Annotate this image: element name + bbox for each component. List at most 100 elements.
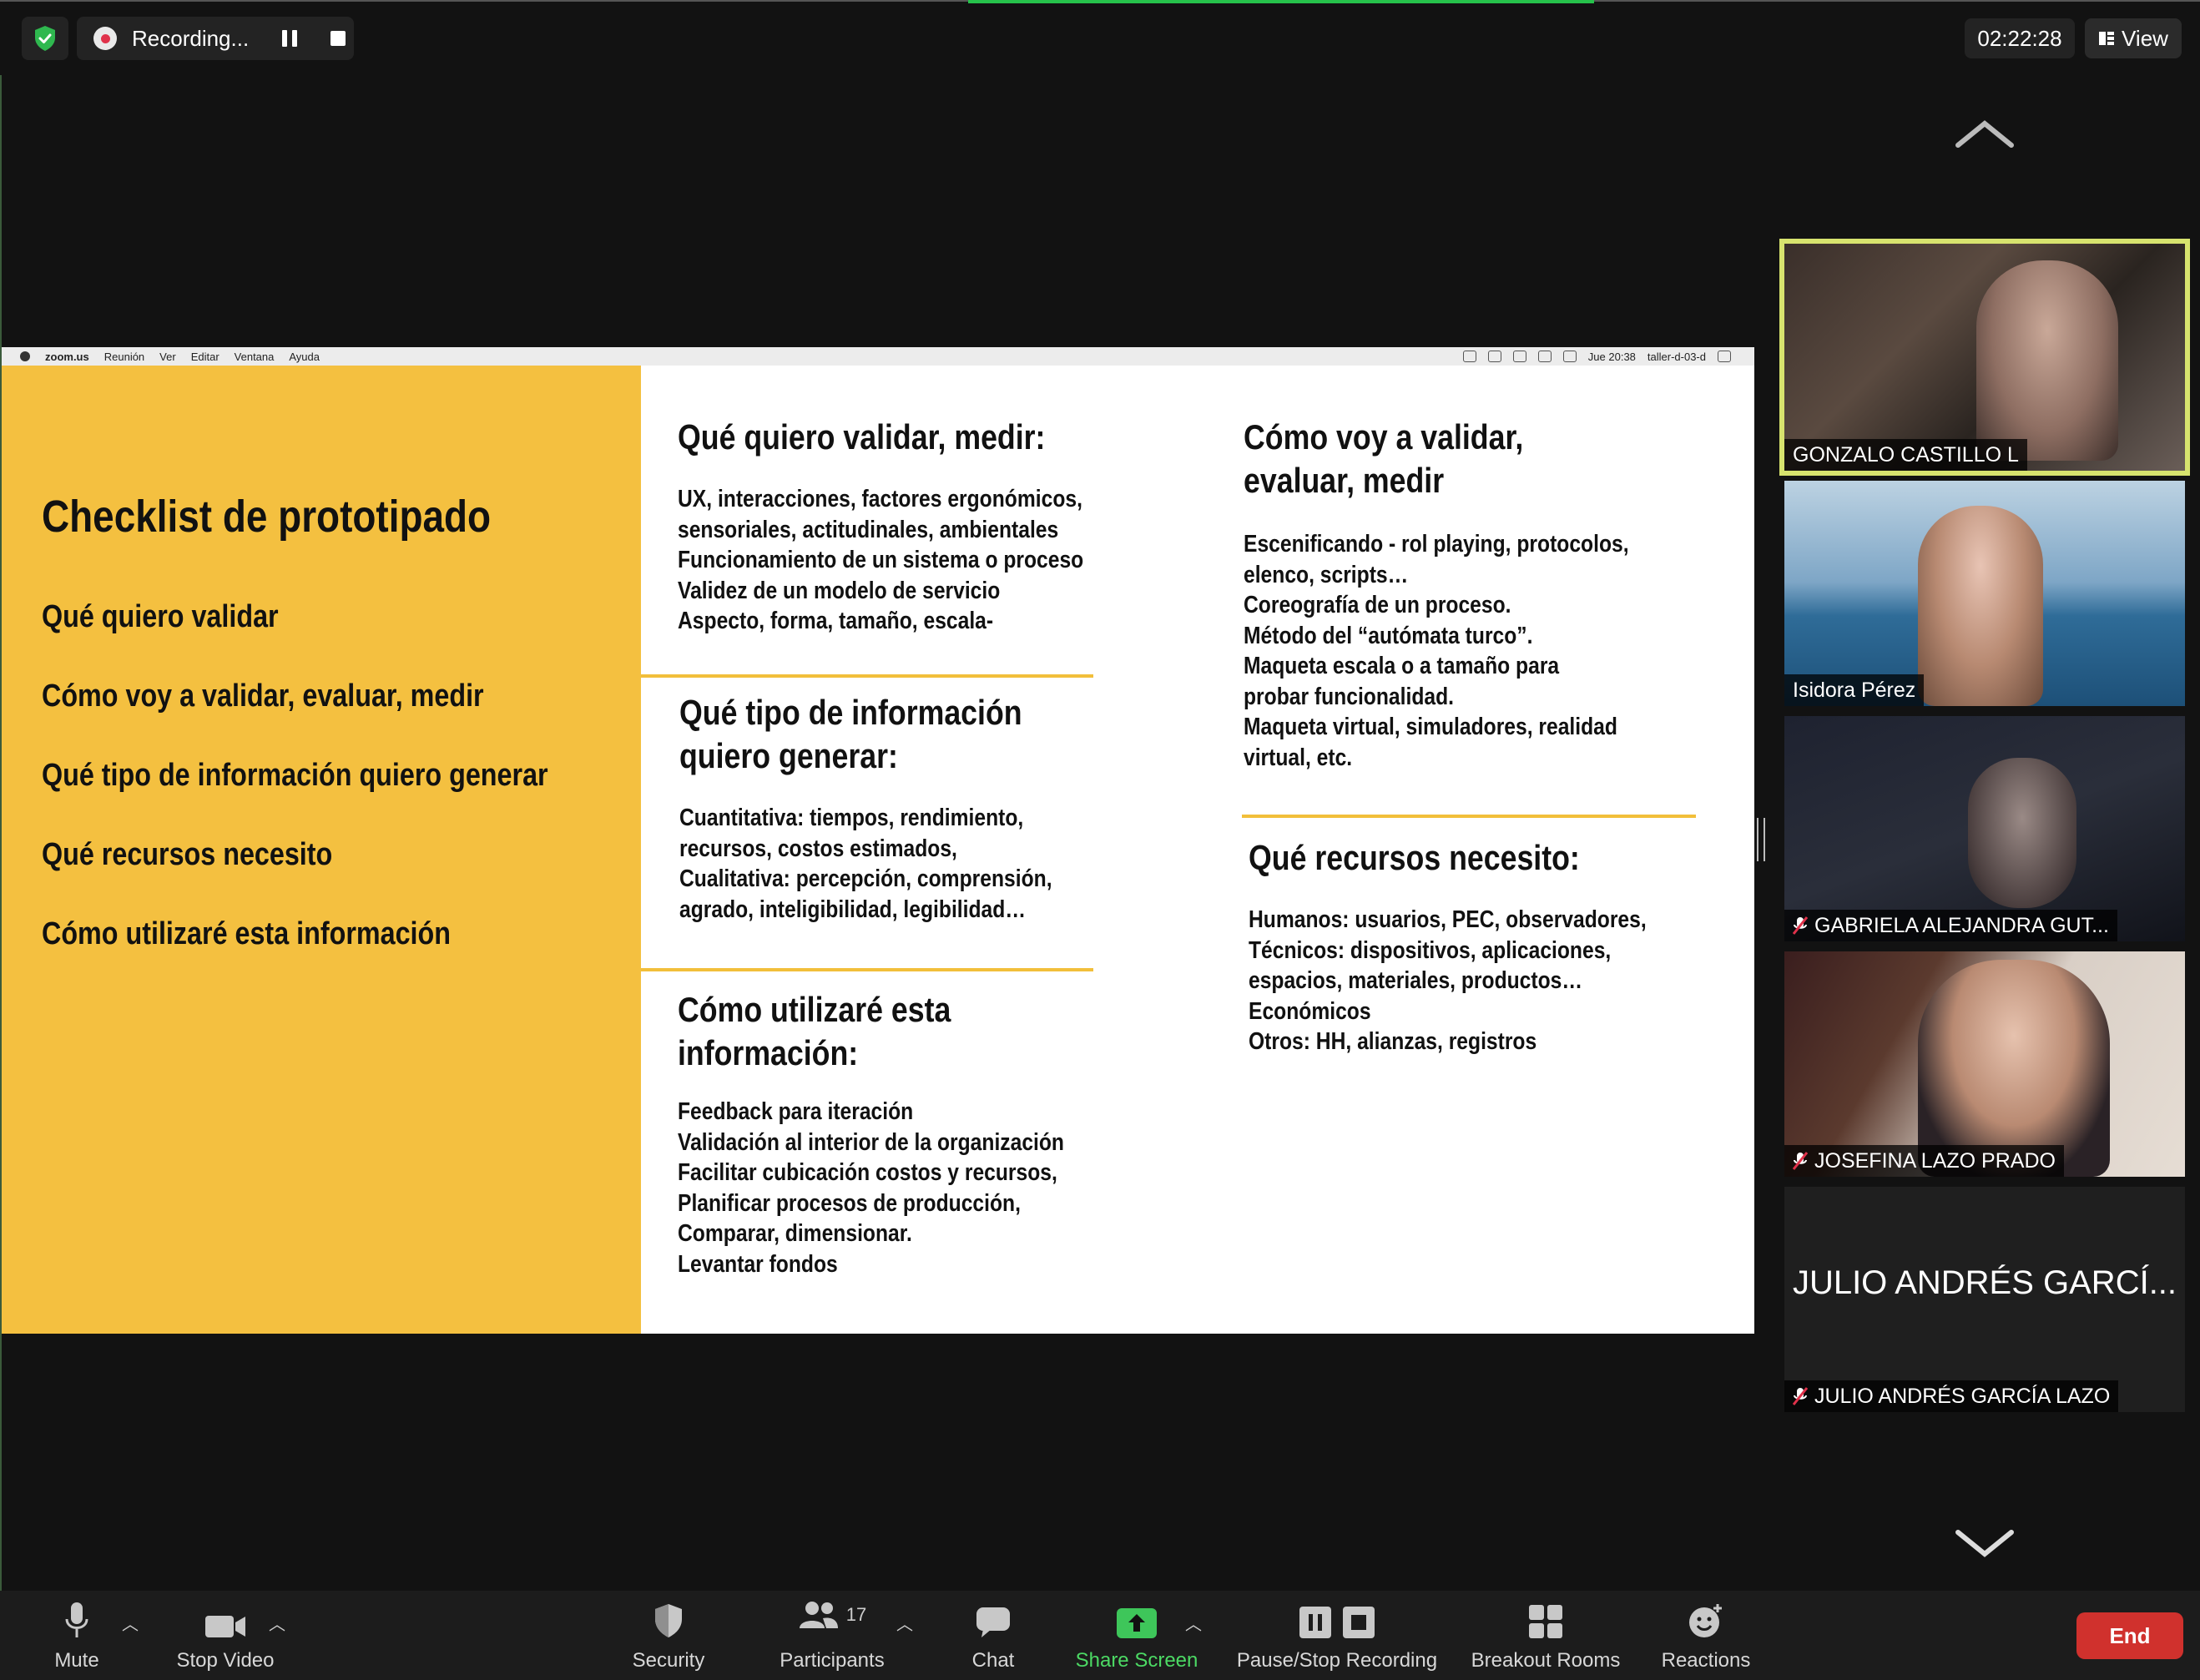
body-line: sensoriales, actitudinales, ambientales bbox=[678, 516, 1059, 543]
body-line: Funcionamiento de un sistema o proceso bbox=[678, 547, 1084, 573]
audio-options-caret-icon[interactable]: ︿ bbox=[122, 1611, 139, 1635]
section-title: Qué recursos necesito: bbox=[1249, 838, 1580, 877]
participants-label: Participants bbox=[780, 1649, 885, 1672]
body-line: Validez de un modelo de servicio bbox=[678, 577, 1001, 604]
section-divider bbox=[641, 968, 1093, 971]
status-icon bbox=[1487, 351, 1501, 362]
section-body: UX, interacciones, factores ergonómicos,… bbox=[678, 484, 1083, 637]
chat-button[interactable]: Chat bbox=[960, 1591, 1027, 1680]
mute-button[interactable]: Mute bbox=[42, 1591, 112, 1680]
grid-layout-icon bbox=[2099, 32, 2115, 45]
pause-icon bbox=[1299, 1607, 1331, 1638]
meeting-timer: 02:22:28 bbox=[1965, 18, 2075, 58]
participant-video bbox=[1918, 506, 2043, 706]
participant-name-text: GABRIELA ALEJANDRA GUT... bbox=[1814, 913, 2109, 937]
meeting-top-bar: Recording... 02:22:28 View bbox=[0, 0, 2200, 75]
body-line: recursos, costos estimados, bbox=[679, 835, 957, 862]
participant-name-text: Isidora Pérez bbox=[1793, 678, 1916, 702]
reactions-button[interactable]: Reactions bbox=[1658, 1591, 1754, 1680]
body-line: Levantar fondos bbox=[678, 1250, 838, 1278]
mac-menubar: zoom.us Reunión Ver Editar Ventana Ayuda… bbox=[2, 347, 1754, 366]
participant-tile[interactable]: GONZALO CASTILLO L bbox=[1779, 239, 2190, 476]
body-line: virtual, etc. bbox=[1244, 744, 1353, 771]
menubar-item: Ver bbox=[159, 350, 176, 363]
spotlight-icon bbox=[1718, 351, 1731, 362]
body-line: Feedback para iteración bbox=[678, 1098, 914, 1125]
menubar-item: Ventana bbox=[234, 350, 275, 363]
section-body: Cuantitativa: tiempos, rendimiento, recu… bbox=[679, 803, 1052, 925]
body-line: Método del “autómata turco”. bbox=[1244, 622, 1533, 649]
participant-video bbox=[1968, 758, 2076, 908]
scroll-up-chevron-icon[interactable] bbox=[1953, 117, 2016, 154]
reactions-label: Reactions bbox=[1661, 1649, 1751, 1672]
slide-right-panel: Qué quiero validar, medir: UX, interacci… bbox=[641, 366, 1754, 1334]
slide-left-panel: Checklist de prototipado Qué quiero vali… bbox=[2, 366, 641, 1334]
body-line: Humanos: usuarios, PEC, observadores, bbox=[1249, 906, 1647, 933]
body-line: Aspecto, forma, tamaño, escala- bbox=[678, 608, 994, 634]
participant-name-text: GONZALO CASTILLO L bbox=[1793, 442, 2019, 467]
end-meeting-button[interactable]: End bbox=[2076, 1612, 2183, 1659]
checklist-item: Cómo voy a validar, evaluar, medir bbox=[42, 679, 484, 714]
breakout-rooms-label: Breakout Rooms bbox=[1471, 1649, 1621, 1672]
recording-label: Recording... bbox=[132, 25, 250, 51]
body-line: Económicos bbox=[1249, 997, 1371, 1025]
menubar-clock: Jue 20:38 bbox=[1587, 350, 1636, 363]
menubar-status-area: Jue 20:38 taller-d-03-d bbox=[1462, 347, 1731, 366]
scroll-down-chevron-icon[interactable] bbox=[1953, 1526, 2016, 1563]
pause-stop-recording-button[interactable]: Pause/Stop Recording bbox=[1229, 1591, 1446, 1680]
view-button[interactable]: View bbox=[2085, 18, 2182, 58]
participant-tile[interactable]: JOSEFINA LAZO PRADO bbox=[1784, 951, 2185, 1177]
section-title: Qué quiero validar, medir: bbox=[678, 417, 1046, 457]
checklist-item: Qué tipo de información quiero generar bbox=[42, 758, 548, 793]
security-button[interactable]: Security bbox=[623, 1591, 714, 1680]
checklist-item: Cómo utilizaré esta información bbox=[42, 916, 451, 951]
microphone-icon bbox=[65, 1602, 88, 1637]
video-camera-icon bbox=[205, 1616, 245, 1637]
body-line: Maqueta virtual, simuladores, realidad bbox=[1244, 714, 1617, 740]
section-title: Qué tipo de información quiero generar: bbox=[679, 691, 1022, 778]
participants-button[interactable]: 17 Participants bbox=[769, 1591, 895, 1680]
participant-tile[interactable]: JULIO ANDRÉS GARCÍ... JULIO ANDRÉS GARCÍ… bbox=[1784, 1187, 2185, 1412]
participants-icon bbox=[799, 1602, 838, 1628]
section-title: Cómo utilizaré esta información: bbox=[678, 988, 951, 1075]
video-options-caret-icon[interactable]: ︿ bbox=[269, 1611, 285, 1635]
meeting-controls-toolbar: Mute Stop Video Security 17 Participants… bbox=[0, 1591, 2200, 1680]
menubar-item: Editar bbox=[190, 350, 219, 363]
participant-tile[interactable]: GABRIELA ALEJANDRA GUT... bbox=[1784, 716, 2185, 941]
pause-recording-icon[interactable] bbox=[282, 30, 297, 47]
reactions-smiley-icon bbox=[1689, 1604, 1722, 1637]
participant-name: Isidora Pérez bbox=[1784, 674, 1925, 706]
participant-video bbox=[1976, 260, 2118, 461]
encryption-shield-button[interactable] bbox=[22, 17, 68, 60]
participants-options-caret-icon[interactable]: ︿ bbox=[896, 1611, 913, 1635]
share-screen-button[interactable]: Share Screen bbox=[1073, 1591, 1200, 1680]
menubar-item: Ayuda bbox=[289, 350, 320, 363]
section-body: Escenificando - rol playing, protocolos,… bbox=[1244, 529, 1629, 773]
participant-name: JOSEFINA LAZO PRADO bbox=[1784, 1145, 2064, 1177]
participant-tile[interactable]: Isidora Pérez bbox=[1784, 481, 2185, 706]
security-label: Security bbox=[632, 1649, 705, 1672]
share-screen-icon bbox=[1117, 1608, 1157, 1638]
participant-name: GONZALO CASTILLO L bbox=[1784, 439, 2027, 471]
stop-video-button[interactable]: Stop Video bbox=[167, 1591, 284, 1680]
panel-resize-handle[interactable] bbox=[1757, 818, 1765, 861]
stop-recording-icon[interactable] bbox=[331, 31, 346, 46]
participant-name: JULIO ANDRÉS GARCÍA LAZO bbox=[1784, 1380, 2119, 1412]
title-line: información: bbox=[678, 1033, 859, 1072]
body-line: agrado, inteligibilidad, legibilidad… bbox=[679, 895, 1026, 923]
breakout-rooms-button[interactable]: Breakout Rooms bbox=[1469, 1591, 1622, 1680]
title-line: Cómo voy a validar, bbox=[1244, 417, 1524, 457]
shield-check-icon bbox=[35, 26, 55, 51]
status-icon bbox=[1462, 351, 1476, 362]
recording-indicator: Recording... bbox=[77, 17, 354, 60]
body-line: Escenificando - rol playing, protocolos, bbox=[1244, 531, 1629, 557]
body-line: Facilitar cubicación costos y recursos, bbox=[678, 1159, 1057, 1186]
chat-bubble-icon bbox=[976, 1607, 1010, 1637]
chat-label: Chat bbox=[971, 1649, 1015, 1672]
section-title: Cómo voy a validar, evaluar, medir bbox=[1244, 416, 1523, 502]
stop-icon bbox=[1343, 1607, 1375, 1638]
mic-muted-icon bbox=[1793, 1152, 1808, 1170]
title-line: Cómo utilizaré esta bbox=[678, 990, 951, 1029]
share-screen-label: Share Screen bbox=[1075, 1649, 1198, 1672]
share-options-caret-icon[interactable]: ︿ bbox=[1185, 1611, 1202, 1635]
